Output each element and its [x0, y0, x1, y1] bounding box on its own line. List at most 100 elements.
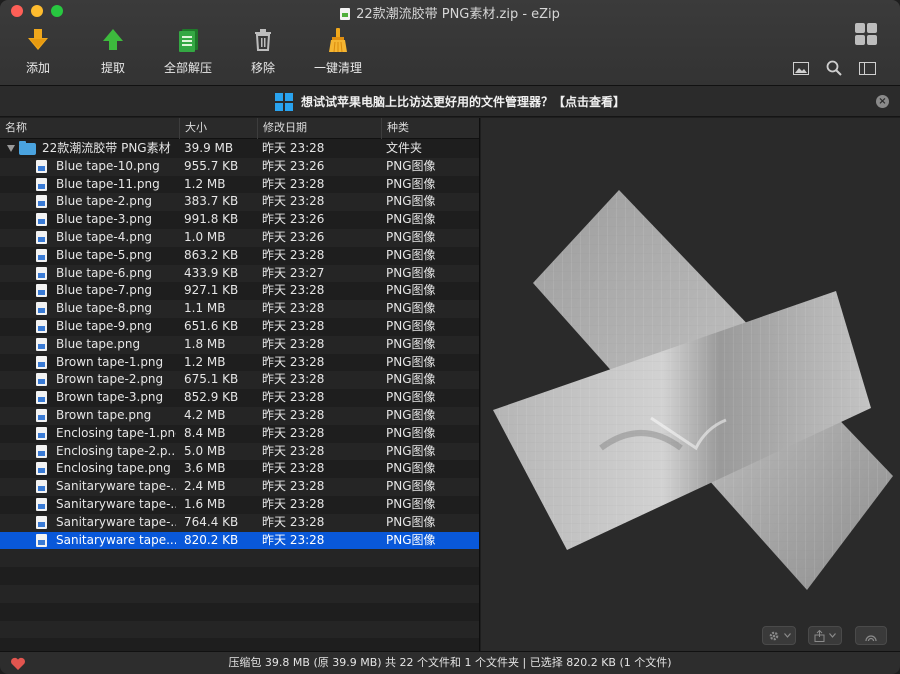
table-row[interactable]: Brown tape-3.png 852.9 KB 昨天 23:28 PNG图像	[0, 389, 479, 407]
table-row[interactable]: Blue tape-6.png 433.9 KB 昨天 23:27 PNG图像	[0, 264, 479, 283]
preview-airdrop-button[interactable]	[855, 626, 887, 645]
file-date: 昨天 23:28	[262, 247, 325, 262]
table-row[interactable]: Blue tape-5.png 863.2 KB 昨天 23:28 PNG图像	[0, 247, 479, 265]
table-row[interactable]: Brown tape-1.png 1.2 MB 昨天 23:28 PNG图像	[0, 354, 479, 372]
add-button[interactable]: 添加	[3, 26, 73, 76]
banner-close-icon[interactable]: ×	[876, 95, 889, 108]
table-row[interactable]: Blue tape-11.png 1.2 MB 昨天 23:28 PNG图像	[0, 176, 479, 194]
table-row[interactable]: Sanitaryware tape.... 820.2 KB 昨天 23:28 PNG…	[0, 531, 479, 550]
png-file-icon	[36, 533, 47, 547]
file-date: 昨天 23:28	[262, 461, 325, 476]
preview-pane	[481, 118, 900, 651]
file-name: Blue tape-9.png	[56, 318, 153, 333]
file-date: 昨天 23:26	[262, 212, 325, 227]
remove-button[interactable]: 移除	[228, 26, 298, 76]
table-row[interactable]: Blue tape-2.png 383.7 KB 昨天 23:28 PNG图像	[0, 193, 479, 212]
table-row[interactable]: Sanitaryware tape-... 2.4 MB 昨天 23:28 PNG图像	[0, 478, 479, 496]
file-date: 昨天 23:28	[262, 336, 325, 351]
file-list: 名称 大小 修改日期 种类 22款潮流胶带 PNG素材 39.9 MB 昨天 2…	[0, 118, 480, 651]
file-name: Brown tape-1.png	[56, 354, 164, 369]
cleanup-button[interactable]: 一键清理	[303, 26, 373, 76]
file-kind: PNG图像	[386, 283, 436, 298]
table-row[interactable]: Sanitaryware tape-... 764.4 KB 昨天 23:28 PNG…	[0, 513, 479, 532]
file-kind: PNG图像	[386, 479, 436, 494]
extract-button[interactable]: 提取	[78, 26, 148, 76]
extract-label: 提取	[100, 61, 125, 75]
extract-all-button[interactable]: 全部解压	[153, 26, 223, 76]
window-title: 22款潮流胶带 PNG素材.zip - eZip	[356, 7, 560, 22]
file-size: 1.0 MB	[184, 229, 226, 244]
png-file-icon	[36, 373, 47, 387]
file-date: 昨天 23:28	[262, 301, 325, 316]
image-icon[interactable]	[792, 60, 810, 76]
png-file-icon	[36, 195, 47, 209]
promo-banner[interactable]: 想试试苹果电脑上比访达更好用的文件管理器？【点击查看】 ×	[0, 86, 900, 117]
disclosure-triangle-icon[interactable]	[7, 145, 15, 152]
file-size: 3.6 MB	[184, 461, 226, 476]
file-size: 651.6 KB	[184, 318, 239, 333]
chevron-down-icon	[783, 633, 791, 638]
add-label: 添加	[25, 61, 50, 75]
grid-icon[interactable]	[855, 23, 877, 45]
png-file-icon	[36, 426, 47, 440]
file-kind: PNG图像	[386, 425, 436, 440]
file-date: 昨天 23:28	[262, 479, 325, 494]
file-name: Blue tape-7.png	[56, 283, 153, 298]
png-file-icon	[36, 230, 47, 244]
empty-row	[0, 549, 479, 568]
file-kind: PNG图像	[386, 390, 436, 405]
windows-logo-icon	[274, 92, 293, 111]
table-row[interactable]: Brown tape-2.png 675.1 KB 昨天 23:28 PNG图像	[0, 371, 479, 390]
file-size: 955.7 KB	[184, 158, 239, 173]
table-row[interactable]: Brown tape.png 4.2 MB 昨天 23:28 PNG图像	[0, 406, 479, 425]
table-row[interactable]: Enclosing tape-2.p... 5.0 MB 昨天 23:28 PNG图像	[0, 442, 479, 461]
share-icon	[814, 629, 825, 642]
file-size: 2.4 MB	[184, 479, 226, 494]
png-file-icon	[36, 248, 47, 262]
extract-all-label: 全部解压	[163, 61, 212, 75]
png-file-icon	[36, 391, 47, 405]
table-row[interactable]: Enclosing tape-1.png 8.4 MB 昨天 23:28 PNG图像	[0, 425, 479, 443]
column-header-kind[interactable]: 种类	[382, 118, 479, 139]
file-size: 4.2 MB	[184, 407, 226, 422]
file-size: 991.8 KB	[184, 212, 239, 227]
column-header-date[interactable]: 修改日期	[258, 118, 382, 139]
table-row[interactable]: Sanitaryware tape-... 1.6 MB 昨天 23:28 PNG图像	[0, 496, 479, 514]
upload-arrow-icon	[78, 26, 148, 54]
png-file-icon	[36, 355, 47, 369]
file-kind: PNG图像	[386, 212, 436, 227]
banner-text[interactable]: 想试试苹果电脑上比访达更好用的文件管理器？【点击查看】	[301, 93, 625, 110]
preview-share-button[interactable]	[808, 626, 842, 645]
table-row[interactable]: Blue tape-4.png 1.0 MB 昨天 23:26 PNG图像	[0, 228, 479, 247]
file-date: 昨天 23:28	[262, 283, 325, 298]
remove-label: 移除	[250, 61, 275, 75]
table-row[interactable]: Blue tape.png 1.8 MB 昨天 23:28 PNG图像	[0, 335, 479, 354]
chevron-down-icon	[829, 633, 836, 638]
file-size: 1.1 MB	[184, 301, 226, 316]
file-name: Enclosing tape-2.p...	[56, 443, 176, 458]
table-row[interactable]: Blue tape-9.png 651.6 KB 昨天 23:28 PNG图像	[0, 318, 479, 336]
search-icon[interactable]	[825, 60, 843, 76]
preview-settings-button[interactable]	[762, 626, 796, 645]
zip-document-icon	[340, 8, 351, 20]
file-kind: PNG图像	[386, 372, 436, 387]
table-row[interactable]: Enclosing tape.png 3.6 MB 昨天 23:28 PNG图像	[0, 460, 479, 478]
png-file-icon	[36, 319, 47, 333]
file-name: Blue tape-4.png	[56, 229, 153, 244]
file-name: Sanitaryware tape....	[56, 532, 176, 547]
file-name: Blue tape-6.png	[56, 265, 153, 280]
table-row[interactable]: Blue tape-3.png 991.8 KB 昨天 23:26 PNG图像	[0, 211, 479, 229]
file-size: 1.6 MB	[184, 496, 226, 511]
column-header-name[interactable]: 名称	[0, 118, 180, 139]
file-kind: PNG图像	[386, 229, 436, 244]
folder-row[interactable]: 22款潮流胶带 PNG素材 39.9 MB 昨天 23:28 文件夹	[0, 140, 479, 158]
folder-size: 39.9 MB	[184, 141, 234, 155]
table-row[interactable]: Blue tape-8.png 1.1 MB 昨天 23:28 PNG图像	[0, 300, 479, 318]
sidebar-icon[interactable]	[858, 60, 876, 76]
table-row[interactable]: Blue tape-7.png 927.1 KB 昨天 23:28 PNG图像	[0, 282, 479, 300]
file-date: 昨天 23:28	[262, 372, 325, 387]
file-kind: PNG图像	[386, 496, 436, 511]
column-header-size[interactable]: 大小	[180, 118, 258, 139]
png-file-icon	[36, 497, 47, 511]
table-row[interactable]: Blue tape-10.png 955.7 KB 昨天 23:26 PNG图像	[0, 157, 479, 176]
